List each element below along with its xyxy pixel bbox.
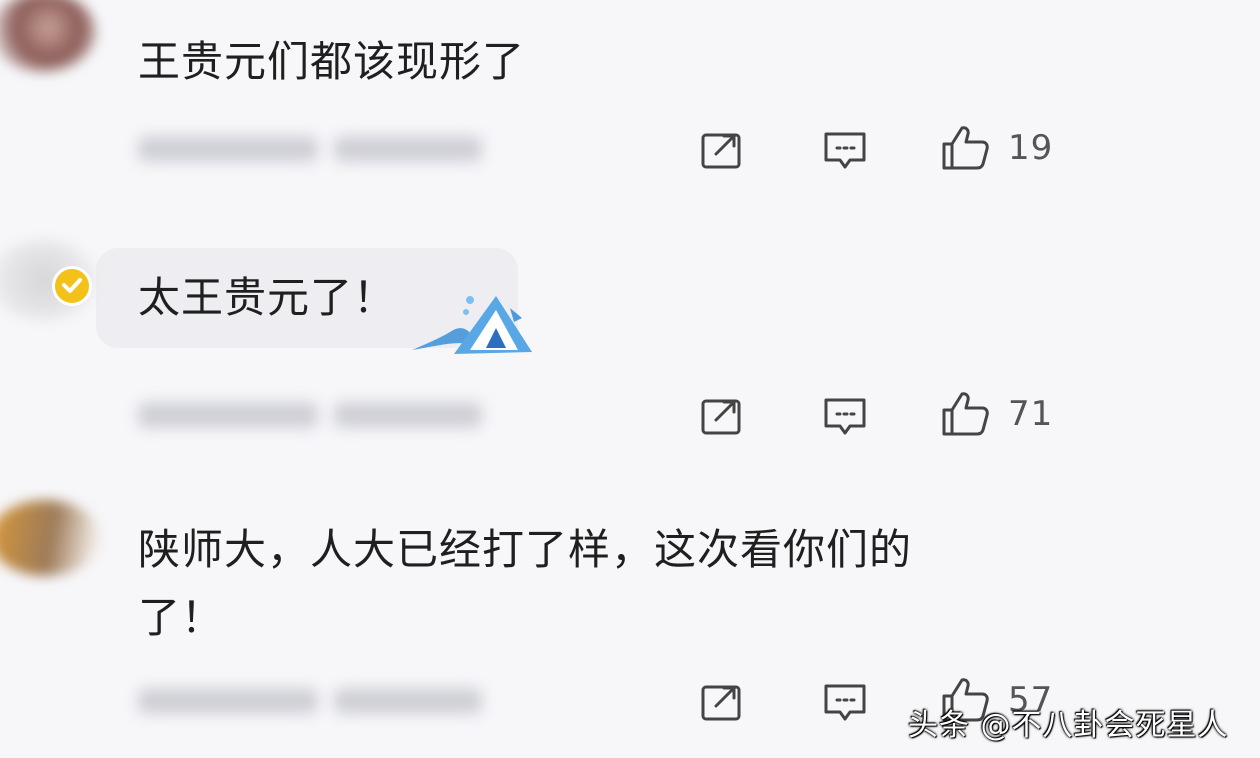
like-icon — [942, 126, 989, 170]
reply-meta-blurred — [334, 136, 482, 162]
like-button[interactable]: 19 — [940, 124, 1053, 172]
share-button[interactable] — [700, 130, 744, 170]
like-count: 71 — [1008, 394, 1054, 434]
verified-icon — [62, 278, 82, 293]
like-icon — [942, 392, 989, 436]
comment-icon — [824, 132, 866, 169]
comment-icon — [824, 398, 866, 435]
share-button[interactable] — [700, 396, 744, 436]
share-button[interactable] — [700, 682, 744, 722]
fan-badge-icon — [412, 296, 532, 354]
reply-meta-blurred — [334, 402, 482, 428]
timestamp-blurred — [138, 402, 318, 428]
avatar[interactable] — [0, 0, 96, 72]
like-count: 19 — [1008, 128, 1054, 168]
share-icon — [701, 133, 741, 169]
comment-icon — [824, 684, 866, 721]
comment-button[interactable] — [822, 682, 868, 724]
verified-badge — [52, 266, 92, 306]
reply-meta-blurred — [334, 688, 482, 714]
watermark: 头条 @不八卦会死星人 — [908, 708, 1229, 743]
avatar[interactable] — [0, 500, 100, 576]
comment-text-line: 陕师大，人大已经打了样，这次看你们的 — [138, 525, 913, 574]
timestamp-blurred — [138, 688, 318, 714]
comment-button[interactable] — [822, 396, 868, 438]
comment-text: 王贵元们都该现形了 — [138, 37, 526, 86]
comment-text: 陕师大，人大已经打了样，这次看你们的 了！ — [138, 516, 1018, 652]
timestamp-blurred — [138, 136, 318, 162]
comment-text: 太王贵元了！ — [138, 273, 397, 322]
like-button[interactable]: 71 — [940, 390, 1053, 438]
share-icon — [701, 685, 741, 721]
share-icon — [701, 399, 741, 435]
comment-text-line: 了！ — [138, 593, 225, 642]
comment-button[interactable] — [822, 130, 868, 172]
